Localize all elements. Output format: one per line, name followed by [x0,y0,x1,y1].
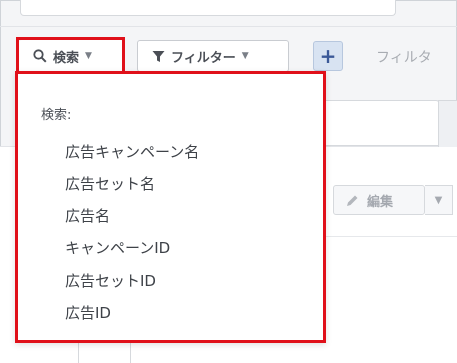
search-icon [33,49,47,63]
filter-button[interactable]: フィルター ▼ [137,40,289,72]
plus-icon: + [319,44,337,68]
edit-button-label: 編集 [367,194,394,210]
tab-panel-edge [438,100,457,150]
pencil-icon [347,195,358,206]
chevron-down-icon[interactable]: ▼ [425,185,453,215]
dropdown-item-ad-id[interactable]: 広告ID [65,302,111,323]
divider [0,26,457,27]
search-dropdown: 検索: 広告キャンペーン名 広告セット名 広告名 キャンペーンID 広告セットI… [15,71,326,343]
chevron-down-icon: ▼ [85,51,92,61]
search-button[interactable]: 検索 ▼ [16,37,125,75]
dropdown-item-adset-name[interactable]: 広告セット名 [65,173,155,194]
dropdown-item-ad-name[interactable]: 広告名 [65,205,110,226]
dropdown-item-adset-id[interactable]: 広告セットID [65,270,156,291]
dropdown-item-campaign-id[interactable]: キャンペーンID [65,237,170,258]
filter-hint-text[interactable]: フィルタ [376,47,432,67]
add-button[interactable]: + [313,41,343,71]
filter-button-label: フィルター [171,50,236,66]
search-button-label: 検索 [53,50,80,66]
edit-button[interactable]: 編集 [333,185,425,215]
dropdown-item-campaign-name[interactable]: 広告キャンペーン名 [65,141,199,162]
dropdown-header: 検索: [41,108,72,123]
tab-panel [320,100,440,146]
chevron-down-icon: ▼ [241,51,249,61]
filter-icon [152,50,165,62]
top-input-bar[interactable] [20,0,396,16]
